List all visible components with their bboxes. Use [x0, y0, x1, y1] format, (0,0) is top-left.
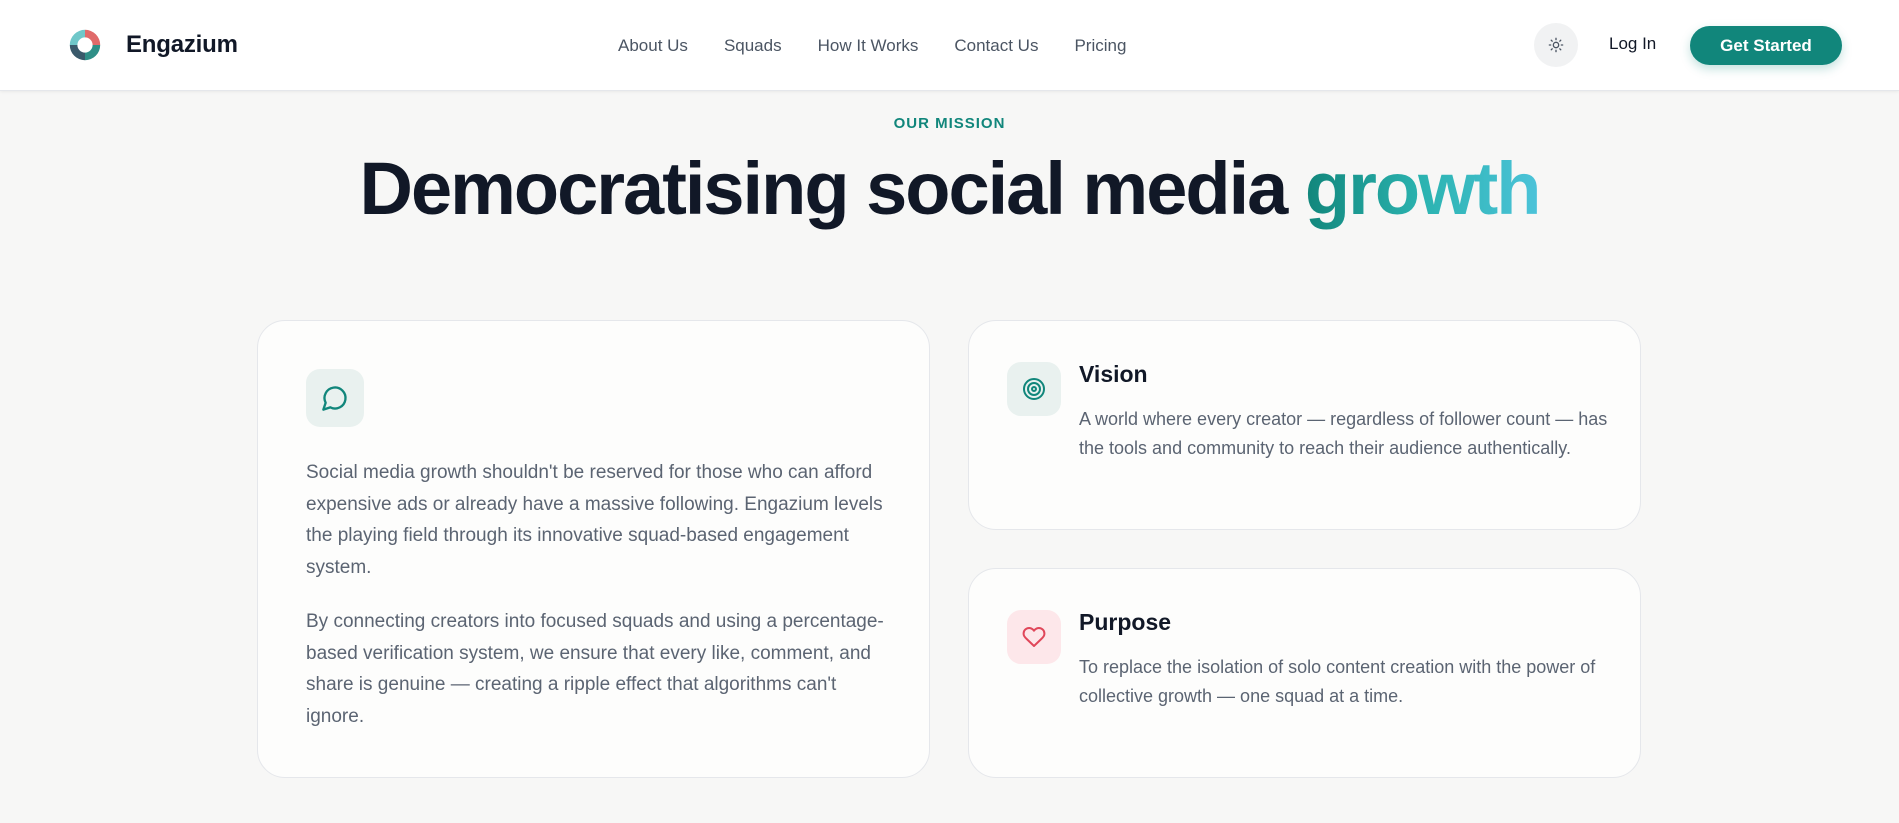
purpose-text: To replace the isolation of solo content…: [1079, 657, 1596, 706]
nav-squads[interactable]: Squads: [724, 36, 782, 56]
main-nav: About Us Squads How It Works Contact Us …: [618, 0, 1126, 91]
theme-toggle-button[interactable]: [1534, 23, 1578, 67]
get-started-button[interactable]: Get Started: [1690, 26, 1842, 65]
vision-title: Vision: [1079, 361, 1148, 387]
brand-name: Engazium: [126, 31, 238, 58]
title-accent: growth: [1304, 147, 1542, 230]
login-link[interactable]: Log In: [1609, 34, 1656, 54]
vision-icon-box: [1007, 362, 1061, 416]
heart-icon: [1022, 627, 1046, 647]
mission-card: Social media growth shouldn't be reserve…: [257, 320, 930, 778]
purpose-card: Purpose To replace the isolation of solo…: [968, 568, 1641, 778]
purpose-icon-box: [1007, 610, 1061, 664]
title-main: Democratising social media: [359, 147, 1305, 230]
section-eyebrow: OUR MISSION: [893, 115, 1006, 132]
nav-pricing[interactable]: Pricing: [1074, 36, 1126, 56]
logo-icon: [69, 29, 101, 61]
vision-text: A world where every creator — regardless…: [1079, 409, 1608, 458]
nav-how-it-works[interactable]: How It Works: [818, 36, 919, 56]
site-header: Engazium About Us Squads How It Works Co…: [0, 0, 1899, 91]
vision-card: Vision A world where every creator — reg…: [968, 320, 1641, 530]
message-circle-icon: [322, 386, 347, 411]
sun-icon: [1548, 37, 1564, 53]
nav-about-us[interactable]: About Us: [618, 36, 688, 56]
mission-paragraph-2: By connecting creators into focused squa…: [306, 611, 884, 727]
section-title: Democratising social media growth: [0, 146, 1899, 231]
brand[interactable]: Engazium: [66, 26, 238, 64]
nav-contact-us[interactable]: Contact Us: [954, 36, 1038, 56]
purpose-title: Purpose: [1079, 609, 1172, 635]
mission-paragraph-1: Social media growth shouldn't be reserve…: [306, 462, 883, 578]
mission-icon-box: [306, 369, 364, 427]
target-icon: [1023, 378, 1045, 400]
